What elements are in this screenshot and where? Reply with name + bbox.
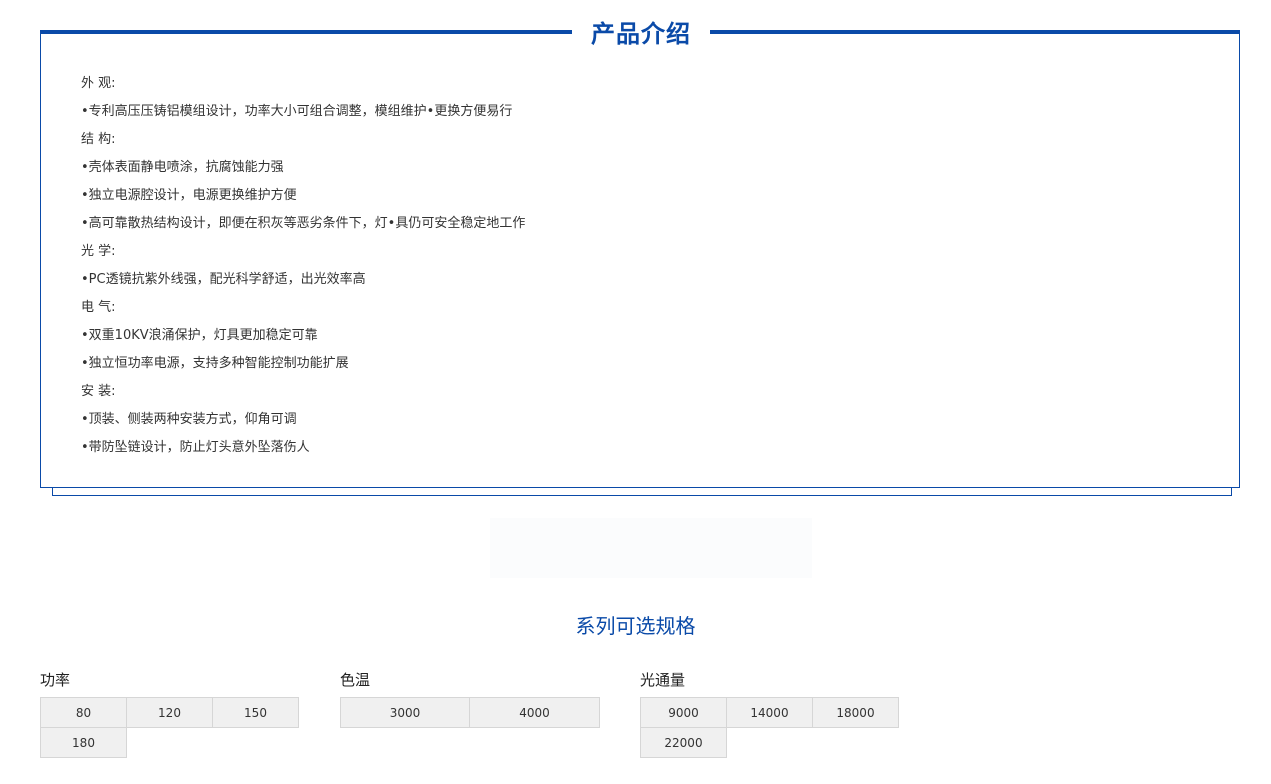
intro-heading-installation: 安 装:	[81, 384, 116, 399]
option-button[interactable]: 120	[126, 697, 213, 728]
intro-line: •壳体表面静电喷涂，抗腐蚀能力强	[81, 160, 284, 175]
intro-line: •专利高压压铸铝模组设计，功率大小可组合调整，模组维护•更换方便易行	[81, 104, 513, 119]
spec-group-luminous-flux: 光通量 9000 14000 18000 22000	[640, 668, 902, 758]
intro-heading-optics: 光 学:	[81, 244, 116, 259]
spec-group-name: 功率	[40, 671, 71, 689]
option-grid: 9000 14000 18000 22000	[640, 697, 902, 758]
intro-line: •带防坠链设计，防止灯头意外坠落伤人	[81, 440, 310, 455]
intro-line: •PC透镜抗紫外线强，配光科学舒适，出光效率高	[81, 272, 366, 287]
option-button[interactable]: 180	[40, 727, 127, 758]
spec-group-name: 光通量	[640, 671, 686, 689]
intro-line: •独立电源腔设计，电源更换维护方便	[81, 188, 297, 203]
product-intro-section: 产品介绍 外 观: •专利高压压铸铝模组设计，功率大小可组合调整，模组维护•更换…	[40, 16, 1240, 496]
spec-section-title: 系列可选规格	[575, 614, 696, 638]
spec-group-name: 色温	[340, 671, 371, 689]
option-button[interactable]: 18000	[812, 697, 899, 728]
intro-line: •独立恒功率电源，支持多种智能控制功能扩展	[81, 356, 349, 371]
option-grid: 80 120 150 180	[40, 697, 302, 758]
image-placeholder	[490, 518, 812, 578]
intro-title: 产品介绍	[572, 16, 710, 52]
intro-list: 外 观: •专利高压压铸铝模组设计，功率大小可组合调整，模组维护•更换方便易行 …	[81, 70, 525, 462]
spec-group-power: 功率 80 120 150 180	[40, 668, 302, 758]
intro-heading-appearance: 外 观:	[81, 76, 116, 91]
option-button[interactable]: 9000	[640, 697, 727, 728]
spec-group-color-temp: 色温 3000 4000	[340, 668, 602, 728]
option-button[interactable]: 22000	[640, 727, 727, 758]
option-button[interactable]: 14000	[726, 697, 813, 728]
option-button[interactable]: 3000	[340, 697, 470, 728]
intro-line: •高可靠散热结构设计，即便在积灰等恶劣条件下，灯•具仍可安全稳定地工作	[81, 216, 526, 231]
option-button[interactable]: 150	[212, 697, 299, 728]
option-grid: 3000 4000	[340, 697, 602, 728]
option-button[interactable]: 80	[40, 697, 127, 728]
intro-line: •双重10KV浪涌保护，灯具更加稳定可靠	[81, 328, 318, 343]
intro-heading-electrical: 电 气:	[81, 300, 116, 315]
intro-box: 产品介绍 外 观: •专利高压压铸铝模组设计，功率大小可组合调整，模组维护•更换…	[40, 16, 1240, 488]
option-button[interactable]: 4000	[469, 697, 600, 728]
intro-heading-structure: 结 构:	[81, 132, 116, 147]
intro-line: •顶装、侧装两种安装方式，仰角可调	[81, 412, 297, 427]
